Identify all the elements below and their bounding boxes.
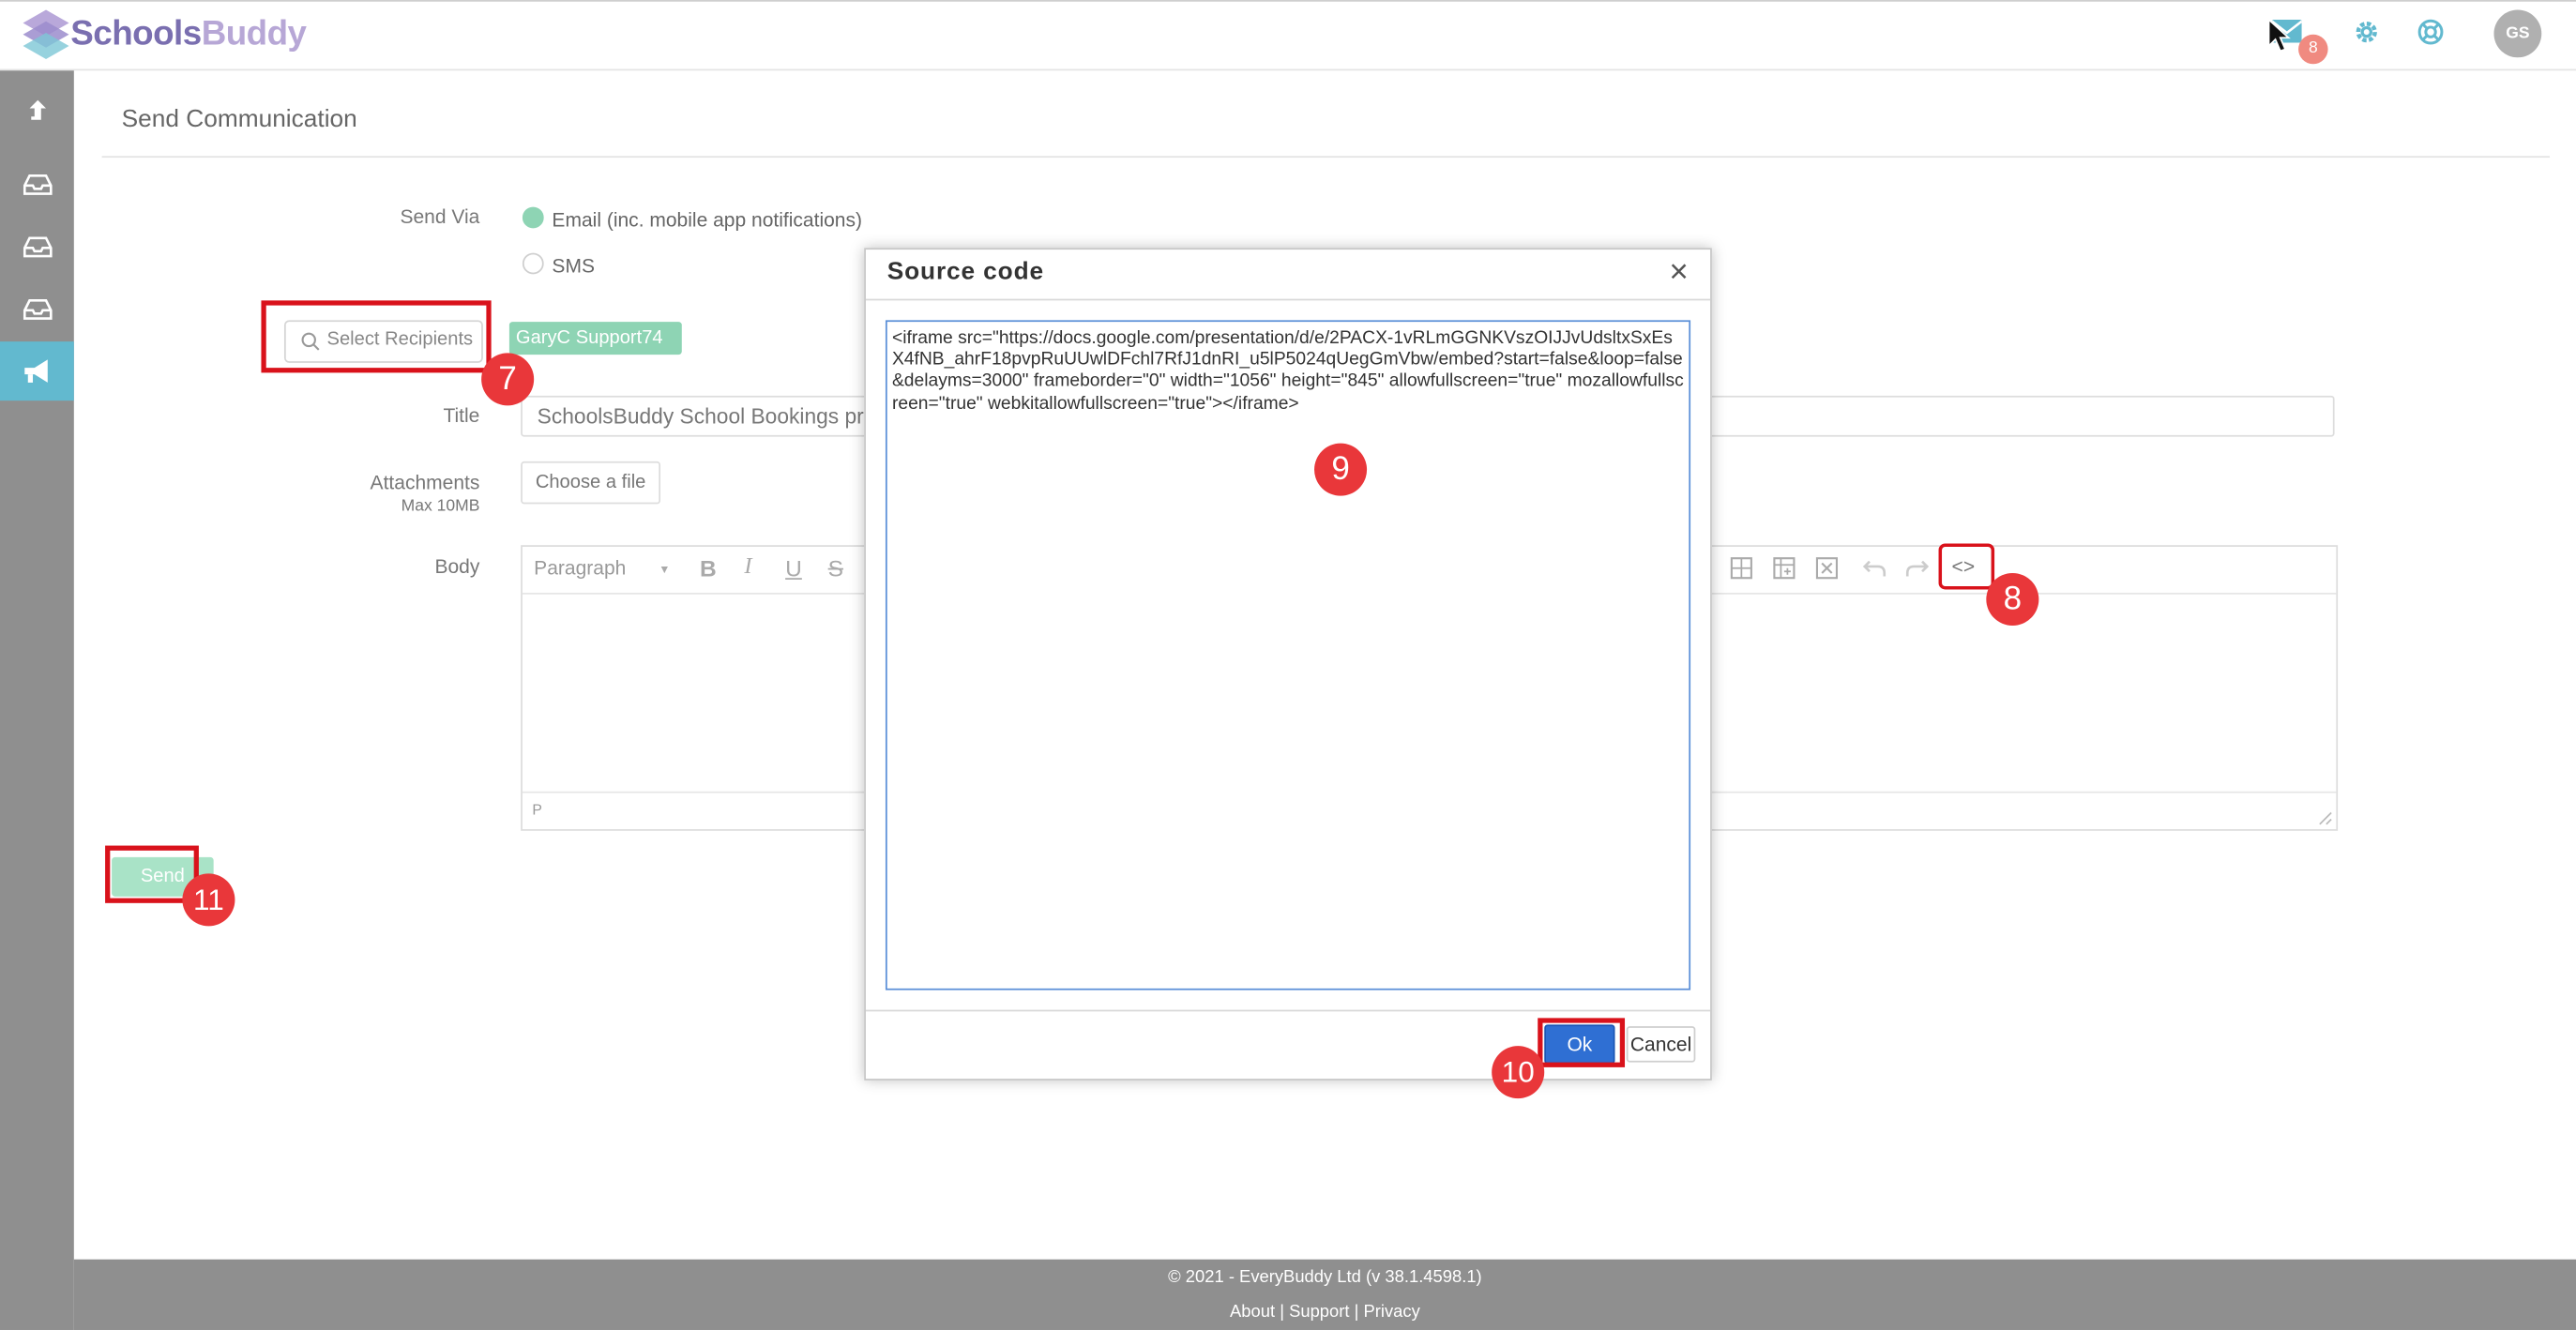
footer-separator: | <box>1275 1302 1290 1322</box>
attachments-label: Attachments <box>370 471 480 494</box>
lifebuoy-help-icon[interactable] <box>2417 18 2445 46</box>
sidebar-item-inbox-3[interactable] <box>0 280 74 339</box>
annotation-step-10: 10 <box>1492 1046 1545 1099</box>
annotation-step-8: 8 <box>1986 572 2039 626</box>
brand-part-1: Schools <box>70 14 202 53</box>
footer: © 2021 - EveryBuddy Ltd (v 38.1.4598.1) … <box>73 1259 2576 1330</box>
source-code-textarea[interactable]: <iframe src="https://docs.google.com/pre… <box>885 320 1691 990</box>
sidebar <box>0 70 74 1330</box>
underline-button[interactable]: U <box>785 555 802 582</box>
sidebar-item-upload[interactable] <box>0 83 74 143</box>
footer-links: About | Support | Privacy <box>74 1302 2576 1322</box>
annotation-step-7: 7 <box>481 353 535 406</box>
recipient-tag-label: GaryC Support74 <box>515 328 663 349</box>
resize-handle-icon[interactable] <box>2318 811 2333 826</box>
email-option-label[interactable]: Email (inc. mobile app notifications) <box>552 208 862 232</box>
redo-icon[interactable] <box>1905 558 1930 578</box>
table-insert-icon[interactable] <box>1773 556 1796 580</box>
dialog-header-divider <box>865 298 1711 301</box>
schoolsbuddy-logo-icon[interactable] <box>20 7 72 63</box>
footer-separator: | <box>1349 1302 1364 1322</box>
editor-element-path: P <box>532 801 542 818</box>
table-icon[interactable] <box>1730 556 1753 580</box>
attachments-max-size: Max 10MB <box>401 497 480 516</box>
body-label: Body <box>434 554 480 579</box>
notification-badge: 8 <box>2298 34 2328 65</box>
footer-link-about[interactable]: About <box>1230 1302 1275 1322</box>
brand-name[interactable]: SchoolsBuddy <box>70 14 307 54</box>
footer-link-privacy[interactable]: Privacy <box>1363 1302 1419 1322</box>
title-label: Title <box>443 403 480 428</box>
footer-link-support[interactable]: Support <box>1289 1302 1349 1322</box>
gear-icon[interactable] <box>2353 18 2381 46</box>
megaphone-icon <box>23 359 47 383</box>
table-delete-icon[interactable] <box>1815 556 1839 580</box>
annotation-box-recipients <box>261 300 492 373</box>
strikethrough-button[interactable]: S <box>828 555 843 582</box>
upload-arrow-icon <box>28 99 46 120</box>
dialog-footer-divider <box>865 1009 1711 1012</box>
sms-radio[interactable] <box>522 252 544 275</box>
brand-part-2: Buddy <box>201 14 307 53</box>
undo-icon[interactable] <box>1862 558 1887 578</box>
close-icon[interactable]: × <box>1669 254 1688 292</box>
annotation-step-9: 9 <box>1314 443 1368 496</box>
user-avatar[interactable]: GS <box>2493 9 2542 58</box>
sms-option-label[interactable]: SMS <box>552 254 595 278</box>
title-divider <box>101 156 2551 159</box>
copyright-text: © 2021 - EveryBuddy Ltd (v 38.1.4598.1) <box>1168 1267 1482 1288</box>
sidebar-item-communications[interactable] <box>0 341 74 401</box>
choose-file-button[interactable]: Choose a file <box>521 461 661 505</box>
sidebar-item-inbox-1[interactable] <box>0 155 74 214</box>
mouse-cursor-icon <box>2267 18 2291 53</box>
annotation-box-ok <box>1538 1018 1626 1067</box>
format-select[interactable]: Paragraph <box>534 556 626 580</box>
inbox-icon <box>23 299 52 320</box>
chevron-down-icon: ▼ <box>659 565 671 577</box>
email-radio[interactable] <box>522 206 544 229</box>
sidebar-item-inbox-2[interactable] <box>0 217 74 276</box>
page-title: Send Communication <box>121 105 357 133</box>
cancel-button[interactable]: Cancel <box>1626 1026 1696 1063</box>
bold-button[interactable]: B <box>700 555 717 582</box>
send-via-label: Send Via <box>400 204 480 229</box>
annotation-step-11: 11 <box>182 873 235 927</box>
annotation-box-source-code <box>1938 543 1995 590</box>
inbox-icon <box>23 174 52 195</box>
top-bar <box>0 0 2576 71</box>
dialog-title: Source code <box>886 257 1045 286</box>
title-input-value: SchoolsBuddy School Bookings pre <box>537 403 876 429</box>
inbox-icon <box>23 236 52 258</box>
recipient-tag[interactable]: GaryC Support74 <box>508 322 682 378</box>
italic-button[interactable]: I <box>744 555 751 582</box>
